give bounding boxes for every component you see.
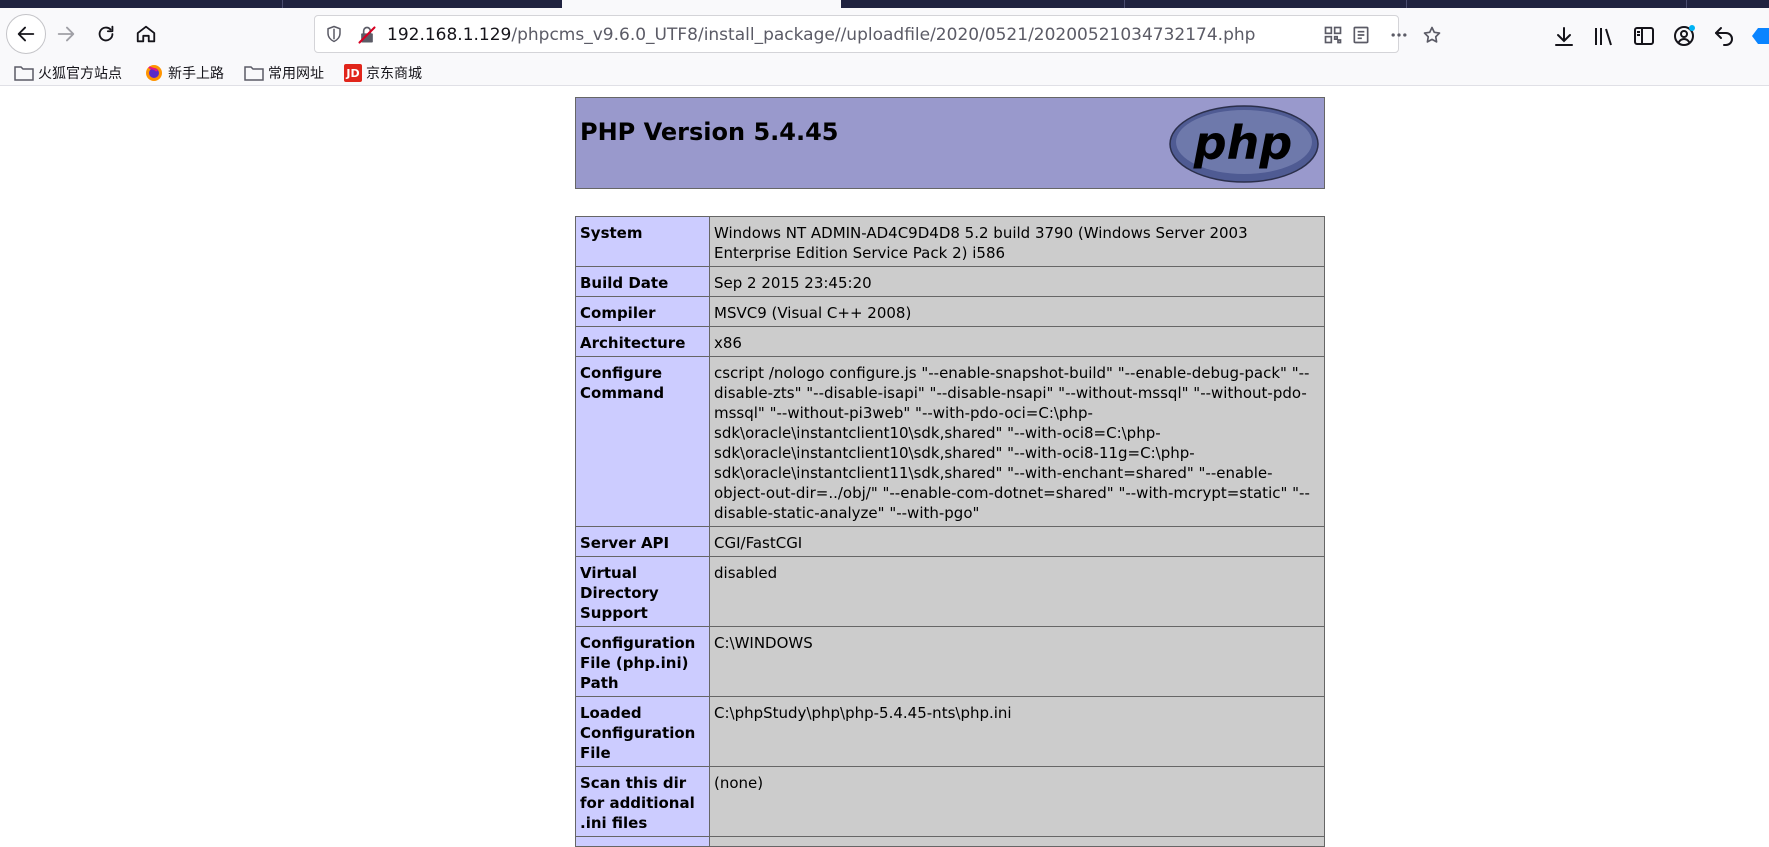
table-row: Server API CGI/FastCGI	[575, 526, 1325, 557]
forward-button[interactable]	[48, 16, 84, 52]
reload-button[interactable]	[88, 16, 124, 52]
info-key: System	[575, 216, 710, 267]
tab-strip	[0, 0, 1769, 8]
bookmark-label: 火狐官方站点	[38, 66, 122, 82]
info-key: Configuration File (php.ini) Path	[575, 626, 710, 697]
info-value: x86	[709, 326, 1325, 357]
bookmarks-toolbar: 火狐官方站点 新手上路 常用网址 JD 京东商城	[0, 60, 1769, 86]
extension-icon[interactable]	[1752, 24, 1769, 48]
downloads-icon[interactable]	[1552, 24, 1576, 48]
bookmark-item[interactable]: 新手上路	[144, 63, 224, 83]
info-key: Compiler	[575, 296, 710, 327]
bookmark-label: 新手上路	[168, 66, 224, 82]
url-bar[interactable]: 192.168.1.129/phpcms_v9.6.0_UTF8/install…	[314, 15, 1441, 53]
info-value: Sep 2 2015 23:45:20	[709, 266, 1325, 297]
info-value	[709, 836, 1325, 847]
tab-separator	[1686, 0, 1687, 8]
home-icon	[136, 25, 156, 43]
library-icon[interactable]	[1592, 24, 1616, 48]
insecure-lock-icon[interactable]	[357, 25, 377, 45]
url-path: /phpcms_v9.6.0_UTF8/install_package//upl…	[511, 25, 1256, 45]
table-row: Configure Command cscript /nologo configu…	[575, 356, 1325, 527]
table-row: Build Date Sep 2 2015 23:45:20	[575, 266, 1325, 297]
info-value: Windows NT ADMIN-AD4C9D4D8 5.2 build 379…	[709, 216, 1325, 267]
table-row: Compiler MSVC9 (Visual C++ 2008)	[575, 296, 1325, 327]
info-key: Scan this dir for additional .ini files	[575, 766, 710, 837]
reader-view-icon[interactable]	[1351, 25, 1371, 45]
table-row: Scan this dir for additional .ini files(…	[575, 766, 1325, 837]
php-version-header: PHP Version 5.4.45 php	[575, 97, 1325, 189]
firefox-icon	[144, 64, 164, 82]
reload-icon	[98, 25, 114, 42]
bookmark-star-icon[interactable]	[1422, 25, 1442, 45]
arrow-left-icon	[17, 26, 35, 42]
page-content: PHP Version 5.4.45 php System Windows NT …	[0, 86, 1769, 847]
info-value: C:\phpStudy\php\php-5.4.45-nts\php.ini	[709, 696, 1325, 767]
php-logo-text: php	[1193, 116, 1293, 170]
table-row: Virtual Directory Support disabled	[575, 556, 1325, 627]
info-value: cscript /nologo configure.js "--enable-s…	[709, 356, 1325, 527]
tracking-shield-icon[interactable]	[325, 25, 343, 43]
jd-logo-icon: JD	[344, 64, 362, 82]
info-value: CGI/FastCGI	[709, 526, 1325, 557]
qr-code-icon[interactable]	[1323, 25, 1343, 45]
tab-separator	[1124, 0, 1125, 8]
page-title: PHP Version 5.4.45	[580, 118, 839, 146]
back-button[interactable]	[6, 14, 46, 54]
info-key: Loaded Configuration File	[575, 696, 710, 767]
url-text[interactable]: 192.168.1.129/phpcms_v9.6.0_UTF8/install…	[387, 25, 1255, 45]
info-value: C:\WINDOWS	[709, 626, 1325, 697]
active-tab[interactable]	[562, 0, 841, 8]
info-key: Virtual Directory Support	[575, 556, 710, 627]
info-value: (none)	[709, 766, 1325, 837]
sidebar-icon[interactable]	[1632, 24, 1656, 48]
bookmark-item[interactable]: 常用网址	[244, 63, 324, 83]
tab-separator	[1406, 0, 1407, 8]
bookmark-item[interactable]: JD 京东商城	[344, 63, 422, 83]
info-key: Configure Command	[575, 356, 710, 527]
table-row: System Windows NT ADMIN-AD4C9D4D8 5.2 bui…	[575, 216, 1325, 267]
table-row: Loaded Configuration File C:\phpStudy\php…	[575, 696, 1325, 767]
table-row: Architecture x86	[575, 326, 1325, 357]
table-row	[575, 836, 1325, 847]
home-button[interactable]	[128, 16, 164, 52]
arrow-right-icon	[57, 26, 75, 42]
info-value: disabled	[709, 556, 1325, 627]
more-actions-icon[interactable]	[1389, 25, 1409, 45]
php-info-table: System Windows NT ADMIN-AD4C9D4D8 5.2 bui…	[575, 216, 1325, 847]
info-key: Build Date	[575, 266, 710, 297]
tab-separator	[282, 0, 283, 8]
bookmark-item[interactable]: 火狐官方站点	[14, 63, 122, 83]
php-logo[interactable]: php	[1169, 105, 1319, 183]
info-key	[575, 836, 710, 847]
url-host: 192.168.1.129	[387, 25, 512, 45]
account-icon[interactable]	[1672, 24, 1696, 48]
undo-icon[interactable]	[1712, 24, 1736, 48]
table-row: Configuration File (php.ini) Path C:\WIND…	[575, 626, 1325, 697]
folder-icon	[14, 64, 34, 82]
folder-icon	[244, 64, 264, 82]
info-value: MSVC9 (Visual C++ 2008)	[709, 296, 1325, 327]
nav-toolbar: 192.168.1.129/phpcms_v9.6.0_UTF8/install…	[0, 8, 1769, 60]
bookmark-label: 京东商城	[366, 66, 422, 82]
bookmark-label: 常用网址	[268, 66, 324, 82]
info-key: Architecture	[575, 326, 710, 357]
info-key: Server API	[575, 526, 710, 557]
